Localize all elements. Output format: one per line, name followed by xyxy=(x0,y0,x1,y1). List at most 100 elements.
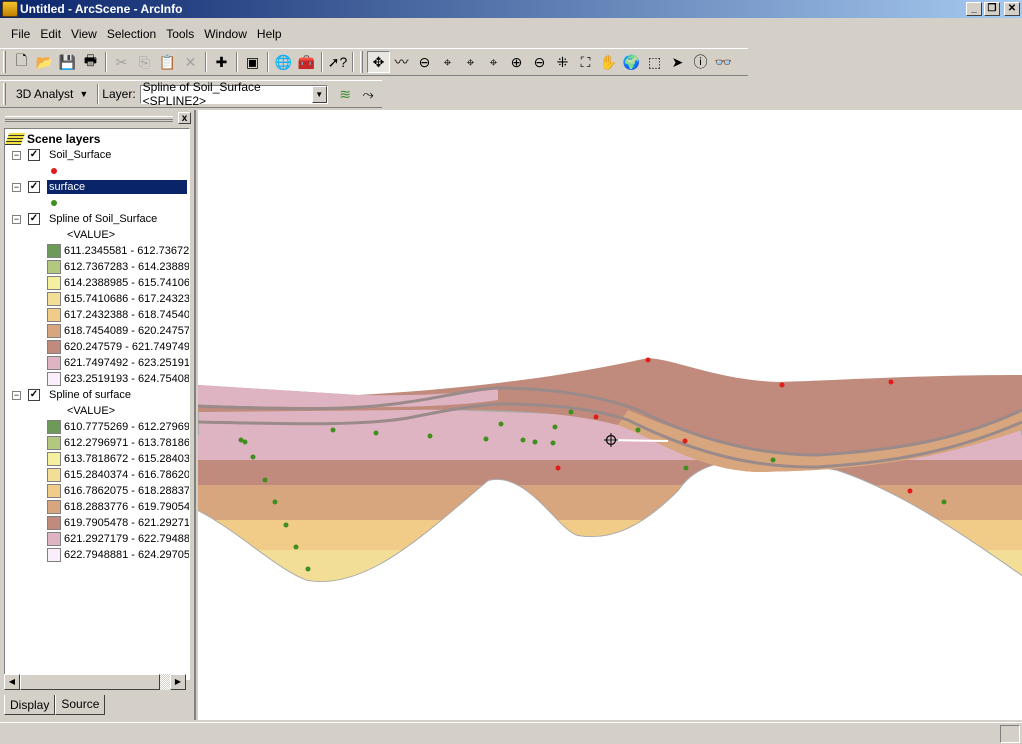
table-of-contents-panel: x Scene layers − ✓ Soil_Surface − ✓ surface − ✓… xyxy=(0,110,196,720)
toc-tree: Scene layers − ✓ Soil_Surface − ✓ surface − ✓ Sp… xyxy=(4,128,190,680)
soil-surface-point xyxy=(593,414,599,420)
panel-header[interactable]: x xyxy=(3,112,193,124)
surface-point xyxy=(242,439,248,445)
menu-help[interactable]: Help xyxy=(252,27,287,41)
delete-icon[interactable]: ✕ xyxy=(179,51,202,73)
print-icon[interactable]: 🖶 xyxy=(79,51,102,73)
title-bar: Untitled - ArcScene - ArcInfo _ ❐ ✕ xyxy=(0,0,1022,18)
surface-point xyxy=(305,566,311,572)
layer-name[interactable]: Soil_Surface xyxy=(47,148,113,162)
set-observer-icon[interactable]: ⌖ xyxy=(482,51,505,73)
open-folder-icon[interactable]: 📂 xyxy=(33,51,56,73)
collapse-icon[interactable]: − xyxy=(12,150,21,160)
menu-edit[interactable]: Edit xyxy=(35,27,66,41)
full-extent-globe-icon[interactable]: 🌍 xyxy=(620,51,643,73)
layer-checkbox[interactable]: ✓ xyxy=(28,389,40,401)
layer-name[interactable]: surface xyxy=(47,180,187,194)
toolbar-separator xyxy=(105,52,107,72)
identify-icon[interactable]: ⓘ xyxy=(689,51,712,73)
zoom-in-icon[interactable]: ⊕ xyxy=(505,51,528,73)
scroll-left-button[interactable]: ◀ xyxy=(4,674,20,690)
collapse-icon[interactable]: − xyxy=(12,182,21,192)
layer-checkbox[interactable]: ✓ xyxy=(28,149,40,161)
layer-checkbox[interactable]: ✓ xyxy=(28,181,40,193)
navigate-icon[interactable]: ✥ xyxy=(367,51,390,73)
arccatalog-globe-icon[interactable]: 🌐 xyxy=(272,51,295,73)
surface-point xyxy=(770,457,776,463)
legend-class-label: 615.7410686 - 617.24323 xyxy=(64,293,190,305)
paste-icon[interactable]: 📋 xyxy=(156,51,179,73)
narrow-field-of-view-icon[interactable]: ⁜ xyxy=(551,51,574,73)
legend-swatch xyxy=(47,292,61,306)
new-document-icon[interactable]: 🗋 xyxy=(10,51,33,73)
full-extent-icon[interactable]: ⛶ xyxy=(574,51,597,73)
menu-tools[interactable]: Tools xyxy=(161,27,199,41)
surface-point xyxy=(262,477,268,483)
tab-source[interactable]: Source xyxy=(55,695,106,715)
close-button[interactable]: ✕ xyxy=(1004,2,1020,16)
legend-class-label: 614.2388985 - 615.74106 xyxy=(64,277,190,289)
layer-name[interactable]: Spline of Soil_Surface xyxy=(47,212,159,226)
toc-tabs: Display Source xyxy=(4,695,106,715)
legend-class-label: 610.7775269 - 612.27969 xyxy=(64,421,190,433)
menu-window[interactable]: Window xyxy=(199,27,252,41)
scroll-track[interactable] xyxy=(160,674,170,690)
surface-point xyxy=(520,437,526,443)
minimize-button[interactable]: _ xyxy=(966,2,982,16)
collapse-icon[interactable]: − xyxy=(12,214,21,224)
scene-view[interactable] xyxy=(198,110,1022,720)
arctoolbox-icon[interactable]: 🧰 xyxy=(295,51,318,73)
chevron-down-icon[interactable]: ▼ xyxy=(311,85,327,103)
3d-analyst-menu-button[interactable]: 3D Analyst ▼ xyxy=(10,87,94,101)
layer-select[interactable]: Spline of Soil_Surface <SPLINE2> ▼ xyxy=(139,80,328,108)
pan-hand-icon[interactable]: ✋ xyxy=(597,51,620,73)
find-binoculars-icon[interactable]: 👓 xyxy=(712,51,735,73)
menu-selection[interactable]: Selection xyxy=(102,27,161,41)
toc-title: Scene layers xyxy=(27,132,101,146)
add-data-icon[interactable]: ✚ xyxy=(210,51,233,73)
tab-display[interactable]: Display xyxy=(4,695,56,715)
toc-horizontal-scrollbar[interactable]: ◀ ▶ xyxy=(4,674,186,690)
collapse-icon[interactable]: − xyxy=(12,390,21,400)
3d-analyst-toolbar: 3D Analyst ▼ Layer: Spline of Soil_Surfa… xyxy=(0,80,382,108)
soil-surface-point xyxy=(555,465,561,471)
surface-point xyxy=(552,424,558,430)
chevron-down-icon: ▼ xyxy=(79,89,89,99)
legend-class-label: 611.2345581 - 612.73672 xyxy=(64,245,190,257)
toolbar-separator xyxy=(236,52,238,72)
steepest-path-icon[interactable]: ⤳ xyxy=(357,83,380,105)
panel-grip[interactable] xyxy=(5,116,173,122)
select-elements-arrow-icon[interactable]: ➤ xyxy=(666,51,689,73)
zoom-to-target-icon[interactable]: ⌖ xyxy=(459,51,482,73)
toolbar-grip[interactable] xyxy=(3,83,6,105)
layer-checkbox[interactable]: ✓ xyxy=(28,213,40,225)
legend-swatch xyxy=(47,324,61,338)
center-on-target-icon[interactable]: ⌖ xyxy=(436,51,459,73)
legend-swatch xyxy=(47,356,61,370)
scene-properties-icon[interactable]: ▣ xyxy=(241,51,264,73)
scroll-right-button[interactable]: ▶ xyxy=(170,674,186,690)
fly-icon[interactable]: 〰 xyxy=(390,51,413,73)
legend-swatch xyxy=(47,420,61,434)
surface-point xyxy=(250,454,256,460)
restore-button[interactable]: ❐ xyxy=(984,2,1000,16)
zoom-in-out-icon[interactable]: ⊖ xyxy=(413,51,436,73)
standard-toolbar: 🗋 📂 💾 🖶 ✂ ⎘ 📋 ✕ ✚ ▣ 🌐 🧰 ➚? ✥ 〰 ⊖ ⌖ ⌖ ⌖ ⊕ ⊖ ⁜ ⛶ ✋ 🌍 ⬚ ➤ ⓘ 👓 xyxy=(0,48,748,76)
layer-name[interactable]: Spline of surface xyxy=(47,388,133,402)
save-icon[interactable]: 💾 xyxy=(56,51,79,73)
contour-icon[interactable]: ≋ xyxy=(334,83,357,105)
legend-class-label: 612.7367283 - 614.23889 xyxy=(64,261,190,273)
menu-file[interactable]: File xyxy=(6,27,35,41)
copy-icon[interactable]: ⎘ xyxy=(133,51,156,73)
close-icon[interactable]: x xyxy=(178,112,191,124)
toolbar-grip[interactable] xyxy=(360,51,363,73)
menu-view[interactable]: View xyxy=(66,27,102,41)
3d-scene-canvas[interactable] xyxy=(198,110,1022,720)
whats-this-help-icon[interactable]: ➚? xyxy=(326,51,349,73)
select-features-icon[interactable]: ⬚ xyxy=(643,51,666,73)
toolbar-grip[interactable] xyxy=(3,51,6,73)
scroll-thumb[interactable] xyxy=(20,674,160,690)
surface-point xyxy=(427,433,433,439)
cut-icon[interactable]: ✂ xyxy=(110,51,133,73)
zoom-out-icon[interactable]: ⊖ xyxy=(528,51,551,73)
